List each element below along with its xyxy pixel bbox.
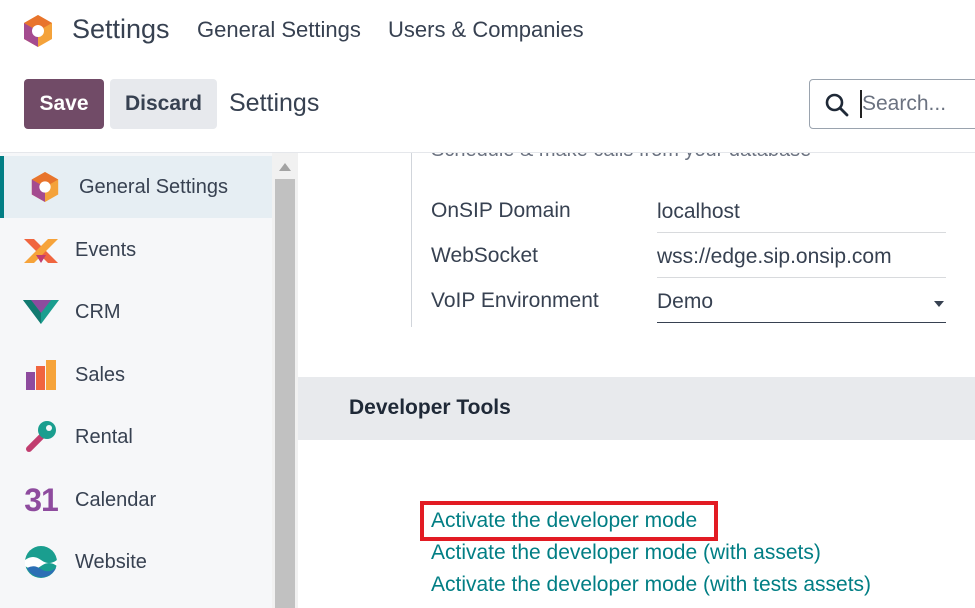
voip-environment-select[interactable]: Demo	[657, 290, 946, 323]
websocket-field[interactable]: wss://edge.sip.onsip.com	[657, 245, 946, 278]
sidebar-item-events[interactable]: Events	[0, 219, 272, 281]
voip-description: Schedule & make calls from your database	[431, 153, 811, 162]
sidebar-item-label: Sales	[75, 363, 126, 386]
discard-button[interactable]: Discard	[110, 79, 217, 129]
sidebar-item-label: Website	[75, 550, 147, 573]
onsip-domain-value: localhost	[657, 200, 740, 223]
sidebar-item-label: Rental	[75, 425, 133, 448]
highlight-box	[420, 501, 718, 541]
menu-users-companies[interactable]: Users & Companies	[388, 17, 584, 43]
activate-developer-mode-assets-link[interactable]: Activate the developer mode (with assets…	[431, 541, 821, 565]
sidebar-item-rental[interactable]: Rental	[0, 406, 272, 468]
menu-general-settings[interactable]: General Settings	[197, 17, 361, 43]
sidebar-item-label: CRM	[75, 300, 121, 323]
website-icon	[22, 543, 60, 581]
sidebar-scrollbar[interactable]	[272, 153, 298, 608]
breadcrumb: Settings	[229, 89, 320, 117]
developer-tools-header: Developer Tools	[298, 377, 975, 440]
scrollbar-thumb[interactable]	[275, 179, 295, 608]
save-button[interactable]: Save	[24, 79, 104, 129]
websocket-label: WebSocket	[431, 244, 538, 267]
scroll-up-arrow-icon[interactable]	[279, 163, 291, 171]
sidebar-item-crm[interactable]: CRM	[0, 281, 272, 343]
activate-developer-mode-tests-assets-link[interactable]: Activate the developer mode (with tests …	[431, 573, 871, 597]
app-title[interactable]: Settings	[72, 14, 170, 45]
calendar-glyph: 31	[24, 481, 59, 518]
websocket-value: wss://edge.sip.onsip.com	[657, 245, 892, 268]
chevron-down-icon	[934, 301, 944, 307]
sales-icon	[22, 356, 60, 394]
sidebar-item-label: Calendar	[75, 488, 157, 511]
onsip-domain-field[interactable]: localhost	[657, 200, 946, 233]
setting-box-border	[411, 153, 412, 327]
voip-environment-label: VoIP Environment	[431, 289, 599, 312]
events-icon	[22, 231, 60, 269]
section-title: Developer Tools	[349, 396, 511, 419]
settings-content: Schedule & make calls from your database…	[298, 153, 975, 608]
sidebar-item-general-settings[interactable]: General Settings	[0, 156, 272, 218]
sidebar-item-calendar[interactable]: 31 Calendar	[0, 469, 272, 531]
calendar-icon: 31	[22, 481, 60, 519]
crm-icon	[22, 293, 60, 331]
sidebar-item-label: General Settings	[79, 175, 228, 198]
top-navbar: Settings General Settings Users & Compan…	[0, 0, 975, 64]
sidebar-item-label: Events	[75, 238, 137, 261]
search-icon	[825, 93, 849, 117]
sidebar-item-sales[interactable]: Sales	[0, 344, 272, 406]
onsip-domain-label: OnSIP Domain	[431, 199, 571, 222]
odoo-logo-icon	[26, 168, 64, 206]
voip-environment-value: Demo	[657, 290, 714, 313]
rental-key-icon	[22, 418, 60, 456]
settings-sidebar: General Settings Events CRM Sales Rental…	[0, 153, 272, 608]
search-input[interactable]	[862, 88, 975, 120]
odoo-logo-icon[interactable]	[21, 13, 55, 49]
sidebar-item-website[interactable]: Website	[0, 531, 272, 593]
